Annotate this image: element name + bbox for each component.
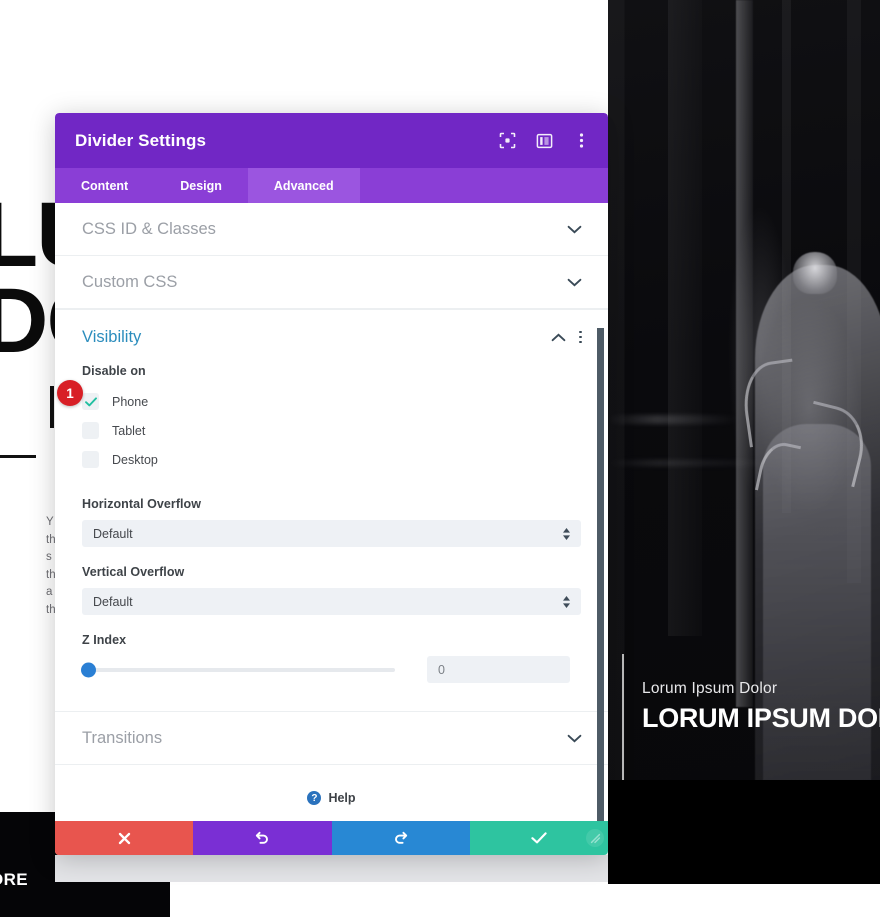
section-transitions-label: Transitions: [82, 728, 163, 747]
section-custom-css[interactable]: Custom CSS: [55, 256, 608, 309]
tab-content[interactable]: Content: [55, 168, 154, 203]
checkmark-icon: [84, 396, 97, 406]
section-visibility-label: Visibility: [82, 327, 142, 346]
help-row[interactable]: ? Help: [55, 765, 608, 805]
undo-button[interactable]: [193, 821, 332, 855]
checkbox-label-tablet: Tablet: [112, 423, 146, 438]
z-index-slider[interactable]: [81, 662, 395, 677]
section-visibility-content: Disable on Phone Tablet Desktop Horizont…: [55, 364, 608, 711]
z-index-label: Z Index: [82, 633, 127, 647]
close-icon: [118, 832, 130, 844]
z-index-value: 0: [438, 662, 445, 677]
section-kebab-menu-icon[interactable]: [579, 330, 582, 344]
photo-footer-band: [608, 780, 880, 884]
disable-on-checkbox-group: Phone Tablet Desktop: [82, 387, 581, 474]
vertical-overflow-value: Default: [93, 594, 133, 609]
section-css-id-classes-label: CSS ID & Classes: [82, 219, 216, 238]
forest-photo-image: [608, 0, 880, 884]
field-horizontal-overflow: Horizontal Overflow Default: [82, 497, 581, 547]
cancel-button[interactable]: [55, 821, 194, 855]
fullscreen-icon[interactable]: [498, 132, 516, 150]
modal-body: CSS ID & Classes Custom CSS Visibility D…: [55, 203, 608, 821]
kebab-menu-icon[interactable]: [572, 132, 590, 150]
checkbox-tablet[interactable]: [82, 422, 99, 439]
checkmark-icon: [531, 832, 547, 844]
section-css-id-classes[interactable]: CSS ID & Classes: [55, 203, 608, 256]
background-rule-left: [0, 455, 36, 458]
modal-tab-bar: Content Design Advanced: [55, 168, 608, 203]
help-question-icon: ?: [307, 791, 322, 805]
hero-photo-panel: Lorum Ipsum Dolor LORUM IPSUM DOL: [608, 0, 880, 884]
checkbox-row-phone[interactable]: Phone: [82, 387, 581, 416]
modal-titlebar: Divider Settings: [55, 113, 608, 168]
tree-trunk: [735, 0, 753, 708]
section-icons: [567, 278, 582, 287]
vertical-overflow-select[interactable]: Default: [82, 588, 581, 615]
checkbox-row-tablet[interactable]: Tablet: [82, 416, 581, 445]
section-custom-css-label: Custom CSS: [82, 272, 178, 291]
chevron-down-icon[interactable]: [567, 734, 582, 743]
disable-on-label: Disable on: [82, 364, 146, 378]
field-vertical-overflow: Vertical Overflow Default: [82, 565, 581, 615]
checkbox-label-phone: Phone: [112, 394, 149, 409]
modal-action-bar: [55, 821, 608, 855]
help-label: Help: [328, 791, 356, 805]
checkbox-row-desktop[interactable]: Desktop: [82, 445, 581, 474]
select-arrows-icon: [563, 595, 570, 608]
animal-skull: [792, 251, 837, 294]
checkbox-desktop[interactable]: [82, 451, 99, 468]
modal-scrollbar-thumb[interactable]: [597, 328, 604, 821]
screenshot-root: LU DO of gs n Y th s th a th ORE Lorum: [0, 0, 880, 917]
horizontal-overflow-value: Default: [93, 526, 133, 541]
section-icons: [567, 734, 582, 743]
forest-floor: [608, 459, 777, 466]
z-index-control-row: 0: [81, 656, 581, 683]
background-black-block-label: ORE: [0, 870, 29, 889]
vertical-overflow-label: Vertical Overflow: [82, 565, 185, 579]
save-button[interactable]: [469, 821, 608, 855]
chevron-down-icon[interactable]: [567, 225, 582, 234]
background-vertical-bar: [50, 386, 54, 428]
step-annotation-badge: 1: [57, 380, 83, 406]
photo-caption-title: LORUM IPSUM DOL: [642, 703, 880, 733]
horizontal-overflow-select[interactable]: Default: [82, 520, 581, 547]
tree-trunk: [667, 0, 702, 637]
section-transitions[interactable]: Transitions: [55, 711, 608, 765]
tab-design[interactable]: Design: [154, 168, 248, 203]
modal-title-icon-group: [498, 132, 590, 150]
chevron-up-icon[interactable]: [551, 333, 566, 342]
checkbox-label-desktop: Desktop: [112, 452, 158, 467]
section-icons: [567, 225, 582, 234]
z-index-number-input[interactable]: 0: [427, 656, 570, 683]
photo-caption-subtitle: Lorum Ipsum Dolor: [642, 680, 778, 697]
undo-icon: [256, 831, 269, 844]
redo-icon: [394, 831, 407, 844]
photo-caption-block: Lorum Ipsum Dolor LORUM IPSUM DOL: [642, 680, 880, 734]
chevron-down-icon[interactable]: [567, 278, 582, 287]
checkbox-phone[interactable]: [82, 393, 99, 410]
select-arrows-icon: [563, 527, 570, 540]
modal-title: Divider Settings: [75, 130, 207, 150]
layout-columns-icon[interactable]: [535, 132, 553, 150]
redo-button[interactable]: [331, 821, 470, 855]
resize-handle-icon[interactable]: [586, 829, 604, 847]
tab-advanced[interactable]: Advanced: [247, 168, 360, 203]
field-z-index: Z Index 0: [81, 633, 581, 683]
horizontal-overflow-label: Horizontal Overflow: [82, 497, 202, 511]
section-visibility-header[interactable]: Visibility: [55, 309, 608, 364]
modal-base-strip: [55, 855, 608, 882]
section-icons: [551, 330, 582, 344]
z-index-slider-handle[interactable]: [81, 662, 96, 677]
divider-settings-modal: Divider Settings Content Design Advanced…: [55, 113, 608, 855]
